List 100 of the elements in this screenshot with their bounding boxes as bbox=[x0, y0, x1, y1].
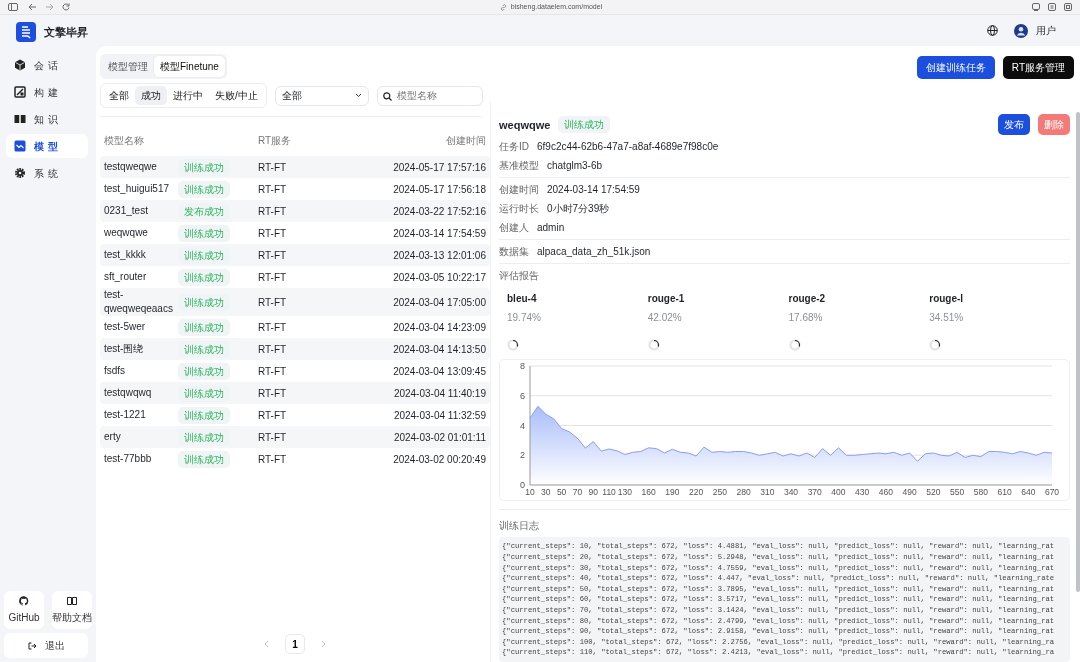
table-row[interactable]: erty 训练成功 RT-FT 2024-03-02 01:01:11 bbox=[100, 426, 490, 449]
link-icon bbox=[499, 3, 507, 11]
axis-label: 90 bbox=[588, 487, 598, 498]
gear-icon bbox=[14, 167, 26, 179]
column-header: 模型名称 bbox=[104, 134, 145, 149]
app-name: 文擎毕昇 bbox=[44, 24, 88, 40]
chevron-down-icon bbox=[354, 93, 362, 99]
type-select[interactable]: 全部 bbox=[274, 85, 369, 106]
table-cell-text: 2024-03-02 00:20:49 bbox=[392, 452, 486, 467]
publish-button[interactable]: 发布 bbox=[998, 114, 1030, 136]
status-tag: 训练成功 bbox=[178, 428, 230, 446]
sidebar-item[interactable]: 系统 bbox=[6, 161, 88, 185]
table-row[interactable]: test_huigui517 训练成功 RT-FT 2024-05-17 17:56:18 bbox=[100, 178, 490, 201]
table-cell-text: RT-FT bbox=[258, 248, 288, 263]
field-value: 6f9c2c44-62b6-47a7-a8af-4689e7f98c0e bbox=[537, 140, 719, 155]
tab[interactable]: 模型管理 bbox=[102, 56, 154, 78]
table-row[interactable]: test-qweqweqeaacs 训练成功 RT-FT 2024-03-04 17:05:00 bbox=[100, 288, 490, 317]
axis-label: 130 bbox=[617, 487, 632, 498]
service-button[interactable]: RT服务管理 bbox=[1002, 56, 1074, 80]
table-cell-text: test-围绕 bbox=[104, 342, 145, 357]
axis-label: 70 bbox=[572, 487, 583, 498]
table-cell-text: 2024-03-13 12:01:06 bbox=[392, 248, 486, 263]
globe-icon[interactable] bbox=[987, 25, 998, 37]
user-name[interactable]: 用户 bbox=[1036, 23, 1056, 39]
sidebar-link[interactable]: 帮助文档 bbox=[52, 591, 92, 629]
reload-icon[interactable] bbox=[62, 3, 70, 11]
table-row[interactable]: test-1221 训练成功 RT-FT 2024-03-04 11:32:59 bbox=[100, 404, 490, 427]
sidebar-item[interactable]: 模型 bbox=[6, 134, 88, 158]
axis-label: 30 bbox=[541, 487, 551, 498]
notes-icon[interactable] bbox=[1048, 3, 1056, 11]
sidebar-item[interactable]: 会话 bbox=[6, 53, 88, 77]
status-tag: 训练成功 bbox=[178, 246, 230, 264]
table-row[interactable]: fsdfs 训练成功 RT-FT 2024-03-04 13:09:45 bbox=[100, 360, 490, 383]
filter-tab[interactable]: 进行中 bbox=[167, 86, 209, 106]
axis-label: 550 bbox=[950, 487, 965, 498]
axis-label: 10 bbox=[525, 487, 535, 498]
table-cell-text: RT-FT bbox=[258, 204, 288, 219]
table-row[interactable]: sft_router 训练成功 RT-FT 2024-03-05 10:22:17 bbox=[100, 266, 490, 289]
axis-label: 340 bbox=[783, 487, 799, 498]
table-row[interactable]: weqwqwe 训练成功 RT-FT 2024-03-14 17:54:59 bbox=[100, 222, 490, 245]
axis-label: 430 bbox=[855, 487, 870, 498]
search-field[interactable]: 模型名称 bbox=[376, 85, 483, 106]
table-cell-text: RT-FT bbox=[258, 182, 288, 197]
axis-label: 8 bbox=[520, 361, 525, 372]
tabs-icon[interactable] bbox=[1064, 3, 1072, 11]
tab[interactable]: 模型Finetune bbox=[154, 56, 225, 78]
table-cell-text: test_huigui517 bbox=[104, 182, 171, 197]
sidebar-toggle-icon[interactable] bbox=[8, 3, 18, 11]
axis-label: 280 bbox=[736, 487, 751, 498]
table-cell-text: 2024-03-04 11:32:59 bbox=[392, 408, 486, 423]
table-row[interactable]: testqweqwe 训练成功 RT-FT 2024-05-17 17:57:16 bbox=[100, 156, 490, 179]
metric-name: bleu-4 bbox=[507, 292, 538, 307]
column-header: RT服务 bbox=[258, 134, 293, 149]
table-row[interactable]: test-5wer 训练成功 RT-FT 2024-03-04 14:23:09 bbox=[100, 316, 490, 339]
table-row[interactable]: test-围绕 训练成功 RT-FT 2024-03-04 14:13:50 bbox=[100, 338, 490, 361]
status-tag: 发布成功 bbox=[178, 202, 230, 220]
axis-label: 580 bbox=[973, 487, 988, 498]
field-label: 数据集 bbox=[499, 245, 529, 260]
metric-name: rouge-2 bbox=[788, 292, 827, 307]
axis-label: 640 bbox=[1021, 487, 1036, 498]
status-tag: 训练成功 bbox=[178, 318, 230, 336]
sidebar-item[interactable]: 知识 bbox=[6, 107, 88, 131]
table-cell-text: 2024-05-17 17:56:18 bbox=[392, 182, 486, 197]
metric-value: 42.02% bbox=[647, 311, 683, 326]
table-cell-text: erty bbox=[104, 430, 122, 445]
page-button[interactable]: 1 bbox=[285, 634, 305, 654]
sidebar-link[interactable]: GitHub bbox=[4, 591, 44, 629]
metric-name: rouge-l bbox=[929, 292, 965, 307]
axis-label: 670 bbox=[1044, 487, 1060, 498]
back-icon[interactable] bbox=[28, 3, 37, 11]
status-tag: 训练成功 bbox=[178, 158, 230, 176]
metric-value: 34.51% bbox=[929, 311, 965, 326]
filter-tab[interactable]: 失败/中止 bbox=[209, 86, 264, 106]
table-row[interactable]: test-77bbb 训练成功 RT-FT 2024-03-02 00:20:49 bbox=[100, 448, 490, 471]
status-tag: 训练成功 bbox=[178, 224, 230, 242]
status-tag: 训练成功 bbox=[178, 180, 230, 198]
loading-spinner-icon bbox=[788, 339, 801, 352]
table-row[interactable]: test_kkkk 训练成功 RT-FT 2024-03-13 12:01:06 bbox=[100, 244, 490, 267]
table-cell-text: 2024-03-04 14:23:09 bbox=[392, 320, 486, 335]
metric-name: rouge-1 bbox=[647, 292, 686, 307]
search-icon bbox=[382, 91, 392, 101]
table-row[interactable]: 0231_test 发布成功 RT-FT 2024-03-22 17:52:16 bbox=[100, 200, 490, 223]
avatar-icon[interactable] bbox=[1014, 23, 1028, 38]
field-value: admin bbox=[537, 221, 565, 236]
sidebar-item[interactable]: 构建 bbox=[6, 80, 88, 104]
field-value: chatglm3-6b bbox=[547, 159, 603, 174]
table-cell-text: 2024-03-14 17:54:59 bbox=[392, 226, 486, 241]
axis-label: 400 bbox=[831, 487, 846, 498]
create-task-button[interactable]: 创建训练任务 bbox=[916, 56, 995, 80]
axis-label: 190 bbox=[665, 487, 680, 498]
table-cell-text: RT-FT bbox=[258, 364, 288, 379]
table-cell-text: 2024-03-04 17:05:00 bbox=[392, 295, 486, 310]
filter-tab[interactable]: 全部 bbox=[103, 86, 135, 106]
table-row[interactable]: testqwqwq 训练成功 RT-FT 2024-03-04 11:40:19 bbox=[100, 382, 490, 405]
chat-icon[interactable] bbox=[1032, 3, 1040, 11]
filter-tab[interactable]: 成功 bbox=[135, 86, 167, 106]
logout-button[interactable]: 退出 bbox=[4, 633, 88, 658]
field-label: 运行时长 bbox=[499, 202, 539, 217]
scrollbar[interactable] bbox=[1076, 112, 1080, 593]
status-tag: 训练成功 bbox=[178, 450, 230, 468]
